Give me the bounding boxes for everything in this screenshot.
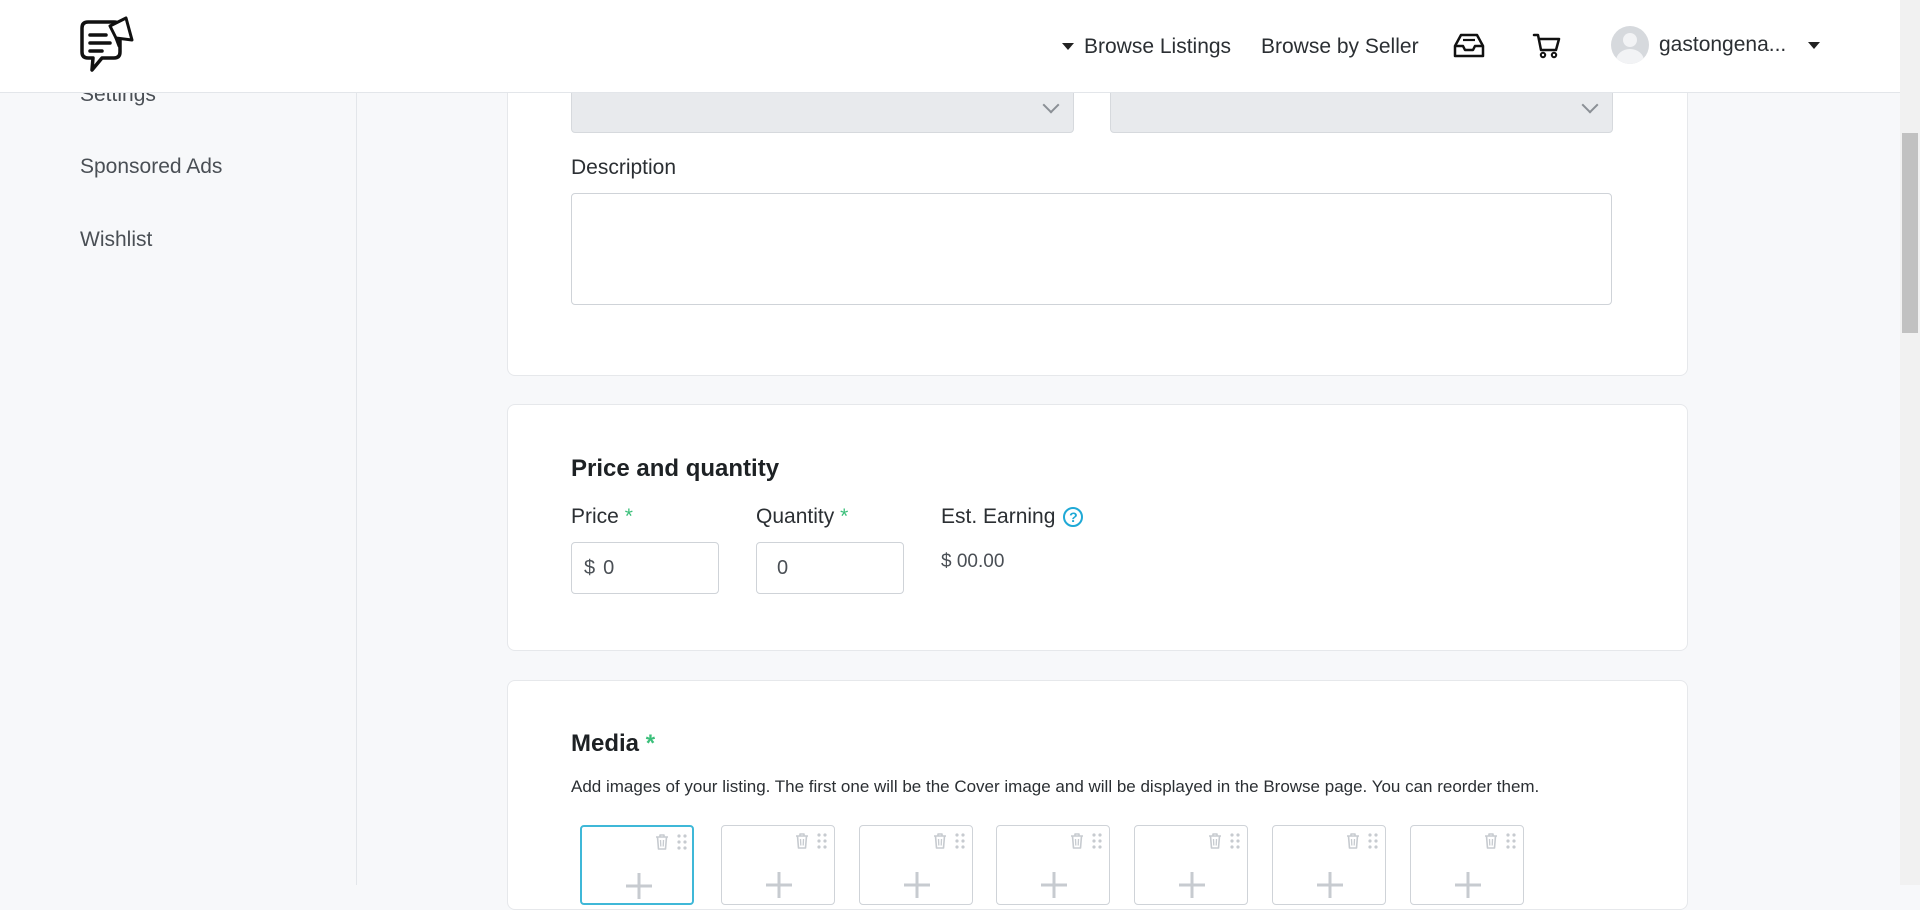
plus-icon (764, 870, 794, 900)
media-title: Media * (571, 730, 655, 758)
caret-down-icon (1062, 43, 1074, 50)
media-upload-slot[interactable] (1272, 825, 1386, 905)
avatar (1611, 26, 1649, 64)
quantity-value: 0 (777, 557, 788, 580)
nav-browse-listings[interactable]: Browse Listings (1062, 0, 1231, 93)
sidebar-item-sponsored-ads[interactable]: Sponsored Ads (80, 155, 222, 179)
drag-handle-icon[interactable] (1367, 832, 1379, 850)
media-description: Add images of your listing. The first on… (571, 777, 1539, 797)
username: gastongena... (1659, 33, 1786, 57)
help-icon[interactable]: ? (1063, 507, 1083, 527)
trash-icon[interactable] (794, 832, 810, 850)
plus-icon (1453, 870, 1483, 900)
price-label-text: Price (571, 505, 619, 528)
plus-icon (902, 870, 932, 900)
plus-icon (1315, 870, 1345, 900)
caret-down-icon (1808, 42, 1820, 49)
media-upload-slot[interactable] (721, 825, 835, 905)
chevron-down-icon (1582, 97, 1599, 114)
trash-icon[interactable] (1483, 832, 1499, 850)
trash-icon[interactable] (1069, 832, 1085, 850)
drag-handle-icon[interactable] (954, 832, 966, 850)
logo-icon[interactable] (76, 14, 138, 78)
drag-handle-icon[interactable] (816, 832, 828, 850)
description-label: Description (571, 156, 676, 180)
drag-handle-icon[interactable] (1229, 832, 1241, 850)
est-earning-label: Est. Earning? (941, 505, 1083, 529)
quantity-label-text: Quantity (756, 505, 834, 528)
plus-icon (1177, 870, 1207, 900)
required-mark: * (840, 505, 848, 528)
price-input[interactable]: $ 0 (571, 542, 719, 594)
media-upload-slot[interactable] (1134, 825, 1248, 905)
sidebar-item-wishlist[interactable]: Wishlist (80, 228, 152, 252)
sidebar: Settings Sponsored Ads Wishlist (0, 0, 357, 885)
media-upload-slot[interactable] (996, 825, 1110, 905)
description-textarea[interactable] (571, 193, 1612, 305)
cart-icon[interactable] (1532, 30, 1562, 60)
media-upload-slot[interactable] (1410, 825, 1524, 905)
est-earning-value: $ 00.00 (941, 551, 1004, 573)
media-upload-slot[interactable] (859, 825, 973, 905)
trash-icon[interactable] (654, 833, 670, 851)
required-mark: * (625, 505, 633, 528)
nav-browse-label: Browse Listings (1084, 35, 1231, 59)
trash-icon[interactable] (1207, 832, 1223, 850)
quantity-label: Quantity * (756, 505, 848, 529)
price-quantity-card (507, 404, 1688, 651)
drag-handle-icon[interactable] (1091, 832, 1103, 850)
drag-handle-icon[interactable] (1505, 832, 1517, 850)
trash-icon[interactable] (1345, 832, 1361, 850)
chevron-down-icon (1043, 97, 1060, 114)
media-upload-slot[interactable] (580, 825, 694, 905)
trash-icon[interactable] (932, 832, 948, 850)
required-mark: * (646, 730, 655, 757)
inbox-icon[interactable] (1452, 30, 1486, 60)
drag-handle-icon[interactable] (676, 833, 688, 851)
price-label: Price * (571, 505, 633, 529)
plus-icon (1039, 870, 1069, 900)
top-navigation-bar: Browse Listings Browse by Seller gastong… (0, 0, 1900, 93)
plus-icon (624, 871, 654, 901)
media-title-text: Media (571, 730, 639, 757)
quantity-input[interactable]: 0 (756, 542, 904, 594)
user-menu[interactable]: gastongena... (1611, 25, 1820, 65)
price-value: 0 (603, 557, 614, 580)
scrollbar-thumb[interactable] (1902, 133, 1918, 333)
currency-symbol: $ (584, 557, 595, 580)
nav-browse-by-seller[interactable]: Browse by Seller (1261, 0, 1419, 93)
est-earning-label-text: Est. Earning (941, 505, 1055, 528)
price-quantity-title: Price and quantity (571, 455, 779, 483)
